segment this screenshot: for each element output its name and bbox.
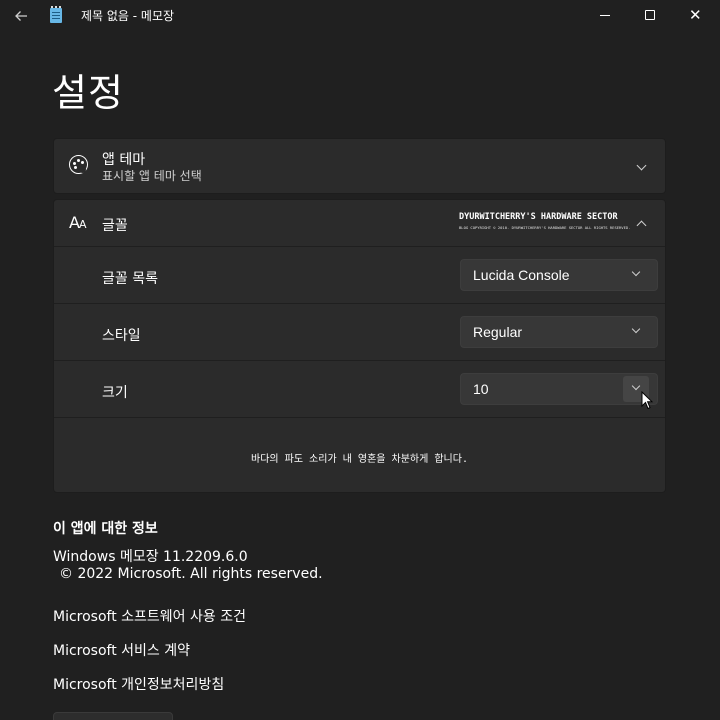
font-title: 글꼴 (102, 218, 128, 234)
font-size-icon: AA (69, 213, 86, 232)
app-theme-subtitle: 표시할 앱 테마 선택 (102, 169, 202, 183)
font-family-dropdown[interactable]: Lucida Console (460, 259, 658, 291)
close-button[interactable]: ✕ (673, 0, 719, 32)
font-preview-text: 바다의 파도 소리가 내 영혼을 차분하게 합니다. (251, 454, 468, 465)
font-size-label: 크기 (102, 385, 128, 401)
chevron-down-icon (623, 319, 649, 345)
minimize-icon (600, 15, 610, 16)
divider (54, 360, 665, 361)
maximize-icon (645, 10, 655, 20)
about-heading: 이 앱에 대한 정보 (53, 521, 158, 537)
font-style-dropdown[interactable]: Regular (460, 316, 658, 348)
back-arrow-icon[interactable] (6, 2, 36, 30)
chevron-up-icon[interactable] (627, 209, 657, 239)
font-style-label: 스타일 (102, 328, 141, 344)
watermark-subtext: BLOG COPYRIGHT © 2010. DYURWITCHERRY'S H… (459, 225, 631, 230)
divider (54, 417, 665, 418)
license-terms-link[interactable]: Microsoft 소프트웨어 사용 조건 (53, 606, 246, 626)
watermark-text: DYURWITCHERRY'S HARDWARE SECTOR (459, 212, 618, 222)
copyright-text: © 2022 Microsoft. All rights reserved. (59, 566, 323, 582)
title-bar: 제목 없음 - 메모장 ✕ (0, 0, 720, 32)
privacy-statement-link[interactable]: Microsoft 개인정보처리방침 (53, 674, 224, 694)
divider (54, 246, 665, 247)
palette-icon (69, 155, 88, 174)
mouse-cursor-icon (641, 391, 653, 410)
font-family-value: Lucida Console (473, 267, 570, 283)
minimize-button[interactable] (582, 0, 628, 32)
font-size-dropdown[interactable]: 10 (460, 373, 658, 405)
page-title: 설정 (52, 71, 124, 115)
chevron-down-icon (623, 262, 649, 288)
window-title: 제목 없음 - 메모장 (81, 9, 175, 23)
app-theme-setting[interactable]: 앱 테마 표시할 앱 테마 선택 (53, 138, 666, 194)
maximize-button[interactable] (627, 0, 673, 32)
watermark-logo: DYURWITCHERRY'S HARDWARE SECTOR BLOG COP… (459, 212, 631, 230)
app-theme-title: 앱 테마 (102, 152, 146, 168)
version-text: Windows 메모장 11.2209.6.0 (53, 549, 248, 565)
font-family-label: 글꼴 목록 (102, 271, 158, 287)
close-icon: ✕ (689, 6, 702, 24)
divider (54, 303, 665, 304)
font-size-value: 10 (473, 381, 489, 397)
chevron-down-icon[interactable] (627, 152, 657, 182)
font-style-value: Regular (473, 324, 523, 340)
feedback-button[interactable] (53, 712, 173, 720)
notepad-icon (50, 6, 62, 23)
services-agreement-link[interactable]: Microsoft 서비스 계약 (53, 640, 190, 660)
font-setting: AA 글꼴 DYURWITCHERRY'S HARDWARE SECTOR BL… (53, 199, 666, 493)
